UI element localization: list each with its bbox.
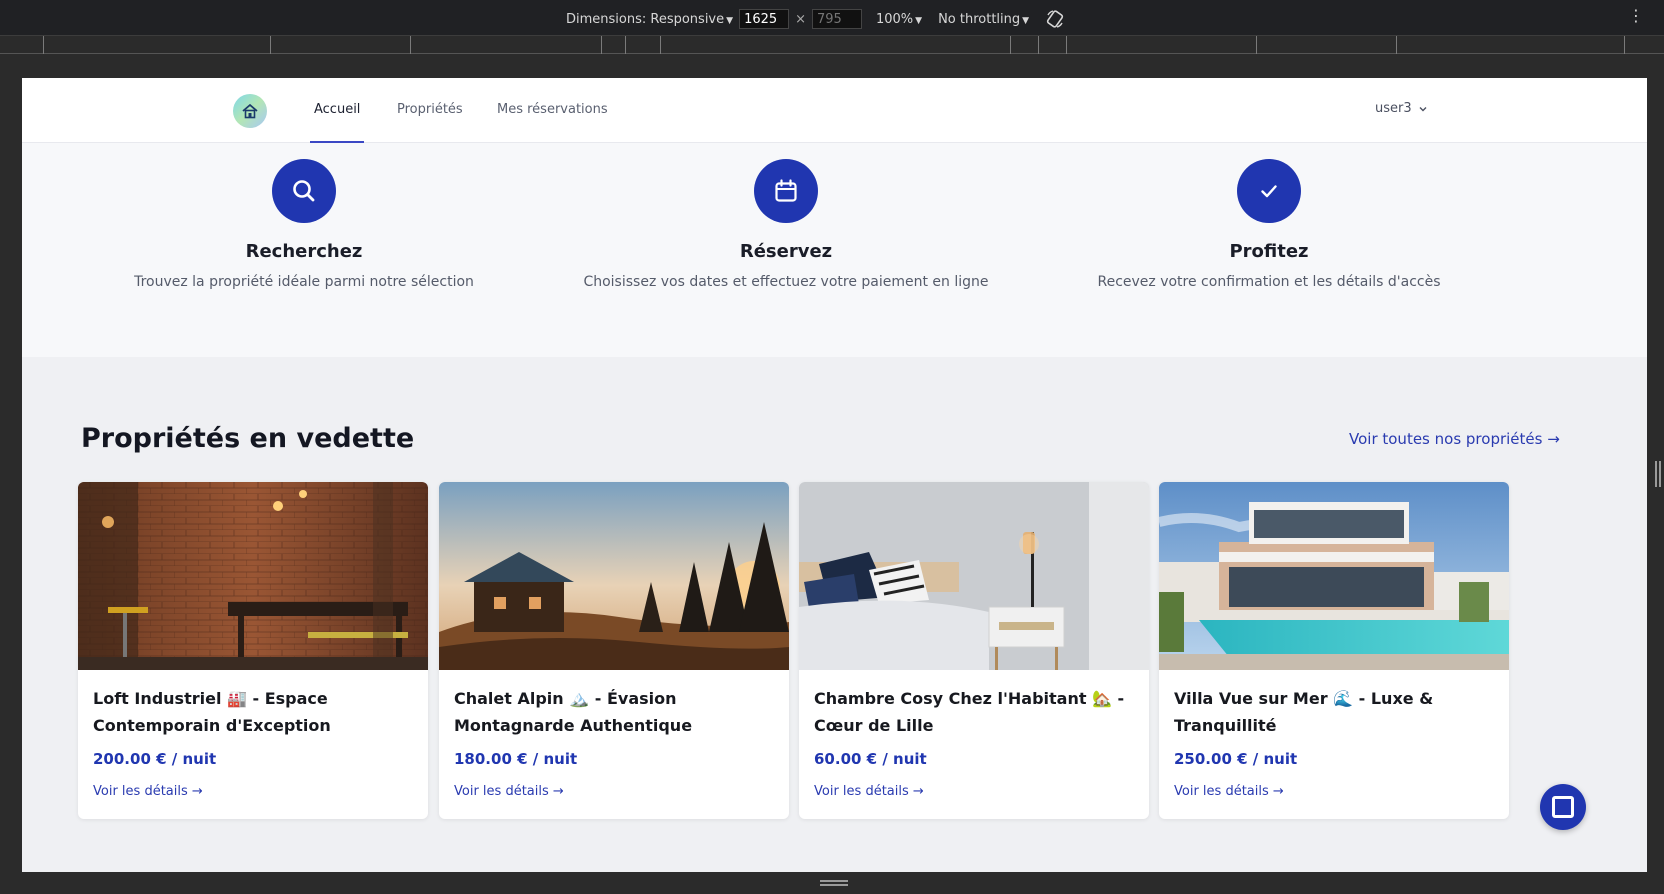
chat-icon[interactable] xyxy=(1540,784,1586,830)
view-details-link[interactable]: Voir les détails → xyxy=(1174,784,1284,799)
view-details-link[interactable]: Voir les détails → xyxy=(93,784,203,799)
media-query-ruler xyxy=(0,36,1664,54)
property-title: Loft Industriel 🏭 - Espace Contemporain … xyxy=(93,689,331,735)
resize-handle-right[interactable] xyxy=(1655,461,1661,487)
house-logo-icon[interactable] xyxy=(233,94,267,128)
property-price: 250.00 € / nuit xyxy=(1174,750,1298,768)
property-card[interactable]: Villa Vue sur Mer 🌊 - Luxe & Tranquillit… xyxy=(1159,482,1509,819)
nav-accueil[interactable]: Accueil xyxy=(314,102,360,117)
featured-properties-section: Propriétés en vedette Voir toutes nos pr… xyxy=(22,357,1647,872)
caret-down-icon: ▼ xyxy=(915,15,923,26)
section-title: Propriétés en vedette xyxy=(81,423,415,454)
dimensions-select[interactable]: Dimensions: Responsive ▼ xyxy=(566,12,733,27)
step-text: Recevez votre confirmation et les détail… xyxy=(1097,274,1441,290)
user-menu[interactable]: user3 xyxy=(1375,101,1428,116)
zoom-select[interactable]: 100% ▼ xyxy=(876,12,922,27)
property-price: 180.00 € / nuit xyxy=(454,750,578,768)
view-details-link[interactable]: Voir les détails → xyxy=(454,784,564,799)
step-text: Trouvez la propriété idéale parmi notre … xyxy=(134,274,474,290)
width-input[interactable] xyxy=(739,9,790,29)
step-title: Profitez xyxy=(1229,241,1309,262)
property-title: Chalet Alpin 🏔️ - Évasion Montagnarde Au… xyxy=(454,689,693,735)
search-icon xyxy=(272,159,336,223)
property-price: 200.00 € / nuit xyxy=(93,750,217,768)
times-sign: × xyxy=(795,11,806,27)
step-title: Réservez xyxy=(739,241,833,262)
cosy-bedroom-photo xyxy=(799,482,1149,670)
step-enjoy: Profitez Recevez votre confirmation et l… xyxy=(1019,143,1519,290)
throttling-select[interactable]: No throttling ▼ xyxy=(938,12,1029,27)
view-details-link[interactable]: Voir les détails → xyxy=(814,784,924,799)
check-icon xyxy=(1237,159,1301,223)
industrial-loft-photo xyxy=(78,482,428,670)
step-title: Recherchez xyxy=(245,241,363,262)
calendar-icon xyxy=(754,159,818,223)
chevron-down-icon xyxy=(1419,106,1427,111)
more-vert-icon[interactable]: ⋮ xyxy=(1628,8,1644,24)
chat-square-icon xyxy=(1552,796,1574,818)
height-input[interactable] xyxy=(811,9,862,29)
resize-handle-bottom[interactable] xyxy=(820,880,848,886)
how-it-works-section: Recherchez Trouvez la propriété idéale p… xyxy=(22,143,1647,357)
property-title: Chambre Cosy Chez l'Habitant 🏡 - Cœur de… xyxy=(814,689,1125,735)
see-all-properties-link[interactable]: Voir toutes nos propriétés → xyxy=(1349,430,1560,448)
devtools-device-toolbar: Dimensions: Responsive▼ × 100%▼ No throt… xyxy=(0,0,1664,36)
nav-mes-reservations[interactable]: Mes réservations xyxy=(497,102,608,117)
property-price: 60.00 € / nuit xyxy=(814,750,927,768)
caret-down-icon: ▼ xyxy=(1022,15,1030,26)
step-book: Réservez Choisissez vos dates et effectu… xyxy=(536,143,1036,290)
page-viewport: Accueil Propriétés Mes réservations user… xyxy=(22,78,1647,872)
step-search: Recherchez Trouvez la propriété idéale p… xyxy=(54,143,554,290)
step-text: Choisissez vos dates et effectuez votre … xyxy=(583,274,989,290)
user-name: user3 xyxy=(1375,101,1412,116)
nav-proprietes[interactable]: Propriétés xyxy=(397,102,463,117)
sea-view-villa-photo xyxy=(1159,482,1509,670)
caret-down-icon: ▼ xyxy=(726,15,734,26)
property-card[interactable]: Loft Industriel 🏭 - Espace Contemporain … xyxy=(78,482,428,819)
property-card[interactable]: Chambre Cosy Chez l'Habitant 🏡 - Cœur de… xyxy=(799,482,1149,819)
rotate-icon[interactable] xyxy=(1045,9,1065,29)
property-card[interactable]: Chalet Alpin 🏔️ - Évasion Montagnarde Au… xyxy=(439,482,789,819)
navbar: Accueil Propriétés Mes réservations user… xyxy=(22,78,1647,143)
alpine-chalet-photo xyxy=(439,482,789,670)
property-title: Villa Vue sur Mer 🌊 - Luxe & Tranquillit… xyxy=(1174,689,1434,735)
